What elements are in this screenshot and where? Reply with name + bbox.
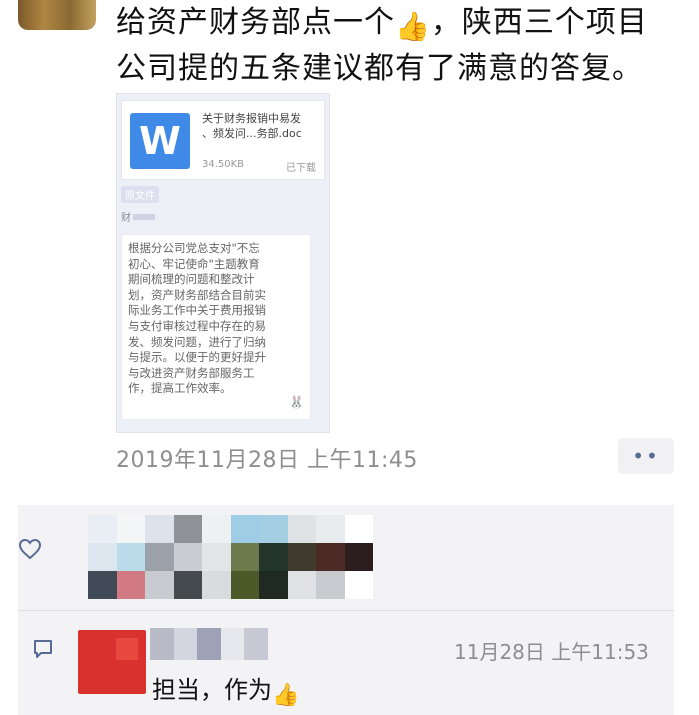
message-sender: 财 [121, 209, 155, 224]
message-line: 期间梳理的问题和整改计 [128, 272, 255, 287]
post-text: 给资产财务部点一个👍，陕西三个项目 公司提的五条建议都有了满意的答复。 [116, 2, 686, 90]
word-document-icon: W [130, 113, 190, 169]
liker-avatars-blurred[interactable] [88, 515, 373, 599]
post-text-line-1: 给资产财务部点一个👍，陕西三个项目 [116, 2, 686, 48]
comment-text: 担当，作为👍 [152, 676, 300, 708]
message-line: 际业务工作中关于费用报销 [128, 303, 266, 318]
comment-icon [34, 640, 52, 658]
file-size: 34.50KB [202, 159, 245, 170]
commenter-avatar[interactable] [78, 630, 146, 694]
rabbit-sticker-icon: 🐰 [289, 395, 304, 410]
comment-time: 11月28日 上午11:53 [454, 640, 649, 664]
sender-name-blurred [133, 214, 155, 220]
commenter-name-blurred[interactable] [150, 628, 268, 660]
post-text-line-2: 公司提的五条建议都有了满意的答复。 [116, 51, 643, 86]
original-file-tag: 原文件 [121, 186, 159, 203]
file-name: 关于财务报销中易发 、频发问...务部.doc [202, 112, 302, 140]
poster-avatar[interactable] [18, 0, 96, 30]
divider [18, 610, 674, 611]
message-line: 作，提高工作效率。 [128, 381, 232, 396]
message-line: 初心、牢记使命"主题教育 [128, 256, 260, 271]
message-line: 与支付审核过程中存在的易 [128, 318, 266, 333]
message-bubble: 根据分公司党总支对"不忘 初心、牢记使命"主题教育 期间梳理的问题和整改计 划，… [121, 234, 311, 420]
post-image[interactable]: W 关于财务报销中易发 、频发问...务部.doc 34.50KB 已下载 原文… [116, 93, 330, 433]
download-status: 已下载 [286, 163, 316, 174]
thumbs-up-icon: 👍 [272, 683, 300, 708]
more-options-button[interactable]: •• [618, 438, 674, 474]
message-line: 划，资产财务部结合目前实 [128, 287, 266, 302]
thumbs-up-icon: 👍 [395, 10, 431, 43]
heart-icon [18, 538, 42, 560]
message-line: 根据分公司党总支对"不忘 [128, 241, 260, 255]
post-timestamp: 2019年11月28日 上午11:45 [116, 448, 418, 473]
message-line: 与提示。以便于的更好提升 [128, 350, 266, 365]
message-line: 与改进资产财务部服务工 [128, 365, 255, 380]
message-line: 发、频发问题，进行了归纳 [128, 334, 266, 349]
file-card: W 关于财务报销中易发 、频发问...务部.doc 34.50KB 已下载 [121, 100, 325, 180]
